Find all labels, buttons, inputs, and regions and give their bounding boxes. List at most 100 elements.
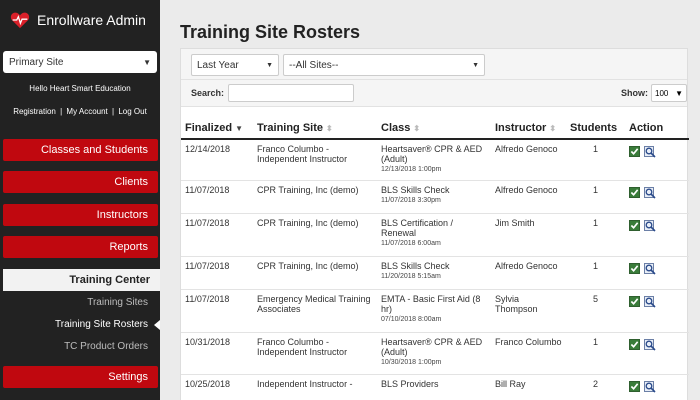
magnify-icon[interactable] [644,186,656,199]
checkmark-icon[interactable] [629,219,640,231]
sites-select[interactable]: --All Sites-- ▼ [283,54,485,76]
site-select-value: Primary Site [9,56,64,68]
checkmark-icon[interactable] [629,262,640,274]
class-date: 11/07/2018 6:00am [381,239,441,247]
cell-students: 1 [566,255,625,289]
table-row: 11/07/2018 CPR Training, Inc (demo) BLS … [181,212,689,256]
class-name: BLS Providers [381,378,439,389]
col-label: Class [381,121,411,134]
cell-finalized: 11/07/2018 [181,212,253,256]
subnav-training-site-rosters[interactable]: Training Site Rosters [55,319,148,330]
chevron-down-icon: ▼ [472,61,479,69]
cell-training-site: Franco Columbo - Independent Instructor [253,138,377,180]
nav-settings[interactable]: Settings [3,366,158,388]
magnify-icon[interactable] [644,295,656,308]
class-name: Heartsaver® CPR & AED (Adult) [381,336,483,357]
link-separator: | [60,107,63,116]
class-date: 12/13/2018 1:00pm [381,166,442,173]
cell-class: EMTA - Basic First Aid (8 hr) 07/10/2018 … [377,288,491,332]
chevron-down-icon: ▼ [266,61,273,69]
magnify-icon[interactable] [644,146,656,158]
magnify-icon[interactable] [644,262,656,275]
table-row: 11/07/2018 CPR Training, Inc (demo) BLS … [181,179,689,213]
col-label: Action [629,121,664,134]
cell-action [625,255,689,289]
col-label: Training Site [257,121,324,134]
roster-panel: Last Year ▼ --All Sites-- ▼ Search: Show… [180,48,689,400]
col-training-site[interactable]: Training Site ⬍ [253,117,377,140]
checkmark-icon[interactable] [629,380,640,392]
checkmark-icon[interactable] [629,186,640,198]
period-select[interactable]: Last Year ▼ [191,54,279,76]
cell-action [625,373,689,400]
nav-clients[interactable]: Clients [3,171,158,193]
table-row: 10/31/2018 Franco Columbo - Independent … [181,331,689,374]
cell-class: BLS Providers [377,373,491,400]
search-input[interactable] [228,84,354,102]
col-class[interactable]: Class ⬍ [377,117,491,140]
magnify-icon[interactable] [644,219,656,232]
cell-class: Heartsaver® CPR & AED (Adult) 12/13/2018 … [377,138,491,180]
cell-students: 5 [566,288,625,332]
cell-students: 2 [566,373,625,400]
registration-link[interactable]: Registration [13,107,56,116]
class-name: EMTA - Basic First Aid (8 hr) [381,293,481,314]
checkmark-icon[interactable] [629,295,640,307]
class-name: BLS Skills Check [381,184,450,195]
cell-instructor: Alfredo Genoco [491,138,566,180]
subnav-tc-product-orders[interactable]: TC Product Orders [64,341,148,352]
sort-icon: ⬍ [326,123,333,133]
magnify-icon[interactable] [644,338,656,351]
chevron-down-icon: ▼ [143,57,151,67]
cell-action [625,288,689,332]
checkmark-icon[interactable] [629,338,640,350]
col-action: Action [625,117,689,140]
cell-action [625,331,689,374]
page-size-select[interactable]: 100 ▼ [651,84,687,102]
site-select[interactable]: Primary Site ▼ [3,51,157,73]
search-label: Search: [191,88,225,98]
cell-training-site: CPR Training, Inc (demo) [253,255,377,289]
log-out-link[interactable]: Log Out [118,107,146,116]
cell-students: 1 [566,212,625,256]
checkmark-icon[interactable] [629,146,640,157]
page-size-value: 100 [655,88,669,98]
cell-training-site: CPR Training, Inc (demo) [253,179,377,213]
roster-table: Finalized ▼ Training Site ⬍ Class ⬍ Instruc… [181,117,689,400]
nav-classes-and-students[interactable]: Classes and Students [3,139,158,161]
cell-instructor: Sylvia Thompson [491,288,566,332]
cell-training-site: Emergency Medical Training Associates [253,288,377,332]
cell-students: 1 [566,331,625,374]
nav-training-center[interactable]: Training Center [3,269,160,291]
cell-action [625,138,689,180]
cell-instructor: Franco Columbo [491,331,566,374]
class-name: Heartsaver® CPR & AED (Adult) [381,144,483,164]
magnify-icon[interactable] [644,380,656,393]
col-students[interactable]: Students [566,117,625,140]
my-account-link[interactable]: My Account [66,107,107,116]
link-separator: | [112,107,115,116]
cell-instructor: Jim Smith [491,212,566,256]
cell-instructor: Alfredo Genoco [491,179,566,213]
col-label: Students [570,121,618,134]
nav-instructors[interactable]: Instructors [3,204,158,226]
cell-instructor: Alfredo Genoco [491,255,566,289]
greeting: Hello Heart Smart Education [29,84,131,93]
search-bar: Search: Show: 100 ▼ [181,80,687,107]
cell-finalized: 10/25/2018 [181,373,253,400]
subnav-training-sites[interactable]: Training Sites [87,297,148,308]
col-finalized[interactable]: Finalized ▼ [181,117,253,140]
brand[interactable]: Enrollware Admin [0,0,160,40]
cell-finalized: 11/07/2018 [181,255,253,289]
cell-finalized: 11/07/2018 [181,288,253,332]
sort-icon: ⬍ [549,123,557,133]
main-content: Training Site Rosters Last Year ▼ --All … [160,0,700,400]
sort-desc-icon: ▼ [235,123,243,133]
cell-action [625,179,689,213]
class-date: 11/07/2018 3:30pm [381,196,441,204]
cell-finalized: 11/07/2018 [181,179,253,213]
nav-reports[interactable]: Reports [3,236,158,258]
chevron-down-icon: ▼ [675,88,683,98]
col-instructor[interactable]: Instructor ⬍ [491,117,566,140]
sidebar: Enrollware Admin Primary Site ▼ Hello He… [0,0,160,400]
